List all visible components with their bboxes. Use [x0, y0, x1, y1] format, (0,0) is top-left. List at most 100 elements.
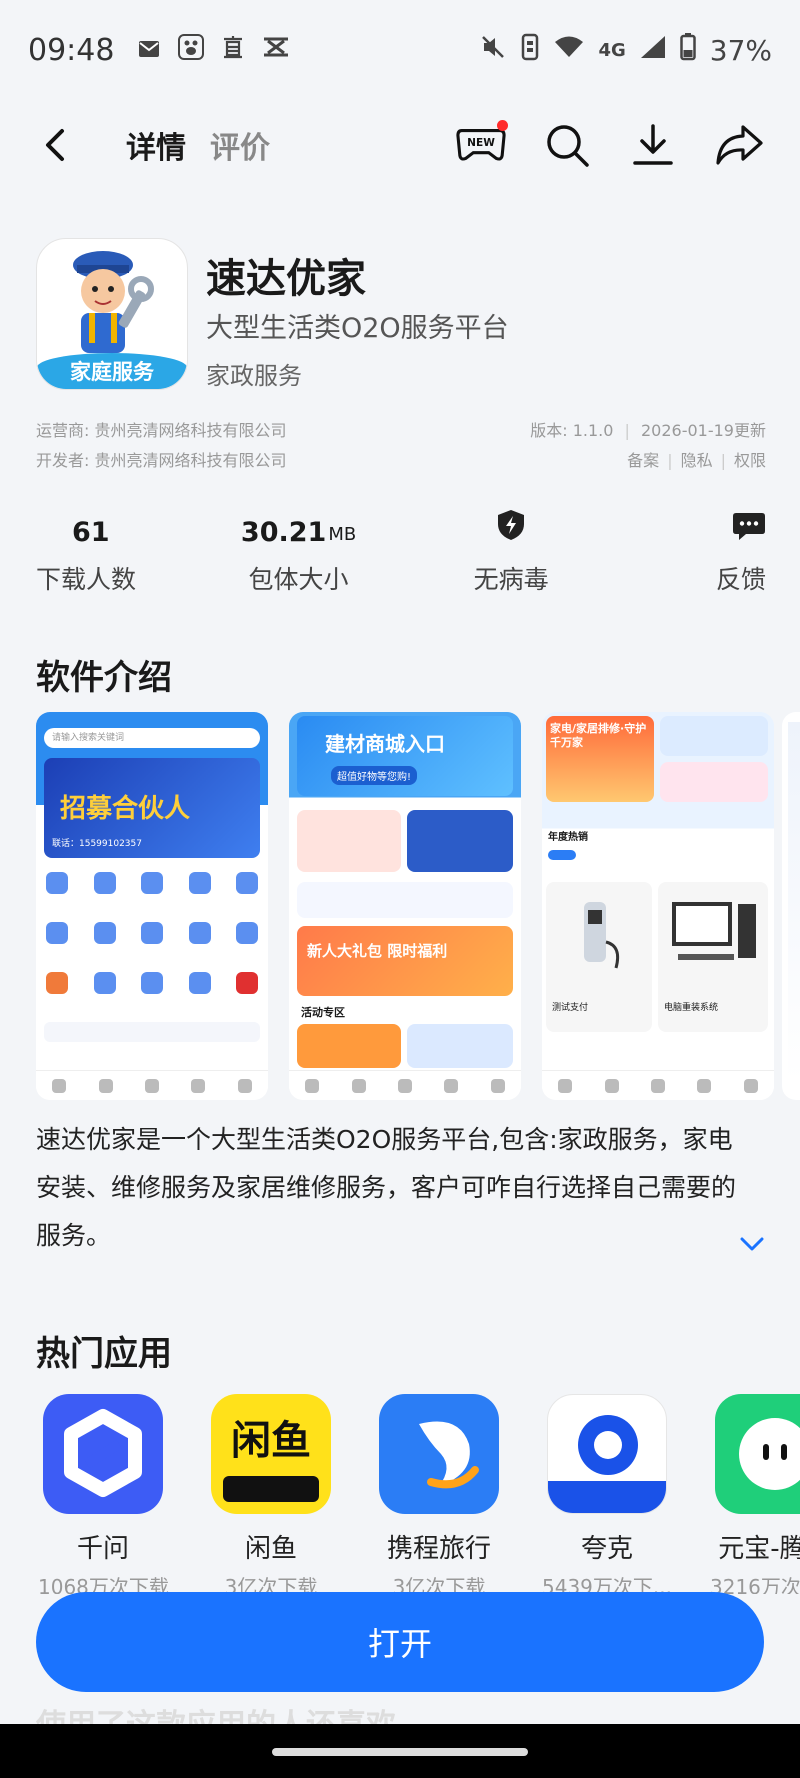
screenshot-2-tile — [407, 1024, 513, 1068]
screenshot-1[interactable]: 请输入搜索关键词 招募合伙人 联话：15599102357 — [36, 712, 268, 1100]
link-filing[interactable]: 备案 — [627, 451, 659, 470]
screenshot-2[interactable]: 建材商城入口 超值好物等您购! 新人大礼包 限时福利 活动专区 — [289, 712, 521, 1100]
battery-icon — [680, 32, 696, 68]
app-stats: 61 下载人数 30.21 MB 包体大小 无病毒 反馈 — [36, 508, 766, 596]
screenshot-3-card — [660, 762, 768, 802]
screenshot-3-item2: 电脑重装系统 — [664, 1003, 719, 1013]
battery-level: 37% — [709, 33, 772, 67]
zhi-icon — [222, 35, 244, 65]
screenshot-1-grid-row — [46, 922, 258, 944]
share-icon[interactable] — [714, 120, 764, 170]
app-icon: 家庭服务 — [36, 238, 188, 390]
stat-size-value: 30.21 — [240, 517, 327, 548]
hot-app-yuanbao[interactable]: 元宝-腾讯 3216万次下载 — [710, 1394, 800, 1594]
screenshot-2-promo-text: 新人大礼包 限时福利 — [307, 942, 448, 960]
screenshot-2-section: 活动专区 — [301, 1006, 345, 1019]
qianwen-icon — [43, 1394, 163, 1514]
nav-actions: NEW — [456, 120, 764, 170]
screenshot-2-consult — [297, 882, 513, 918]
open-button[interactable]: 打开 — [36, 1592, 764, 1692]
stat-feedback-label: 反馈 — [715, 565, 766, 594]
shield-icon — [497, 509, 525, 548]
notification-dot — [497, 120, 508, 131]
screenshot-3-card — [660, 716, 768, 756]
screenshot-2-headline: 建材商城入口 — [325, 732, 445, 756]
screenshot-3-poster: 家电/家居排修·守护千万家 — [546, 716, 654, 802]
hot-app-downloads: 3亿次下载 — [224, 1575, 318, 1594]
home-indicator[interactable] — [272, 1748, 528, 1756]
hot-app-name: 夸克 — [580, 1534, 633, 1564]
screenshot-2-promo: 新人大礼包 限时福利 — [297, 926, 513, 996]
yuanbao-icon — [715, 1394, 800, 1514]
hot-app-name: 闲鱼 — [244, 1534, 297, 1564]
version-row: 版本: 1.1.0 | 2026-01-19更新 — [530, 421, 766, 440]
xianyu-icon-glyph: 闲鱼 — [231, 1418, 311, 1464]
top-nav: 详情 评价 NEW — [0, 100, 800, 190]
back-arrow-icon[interactable] — [36, 125, 76, 165]
close-box-icon — [262, 36, 290, 64]
update-date: 2026-01-19更新 — [641, 421, 766, 440]
app-meta: 运营商: 贵州亮清网络科技有限公司 版本: 1.1.0 | 2026-01-19… — [36, 414, 766, 474]
stat-feedback[interactable]: 反馈 — [666, 508, 766, 596]
stat-virus-free-label: 无病毒 — [473, 565, 549, 594]
stat-virus-free[interactable]: 无病毒 — [461, 508, 561, 596]
hot-app-downloads: 5439万次下... — [542, 1575, 672, 1594]
link-permissions[interactable]: 权限 — [713, 451, 766, 470]
hot-apps-title: 热门应用 — [36, 1334, 172, 1374]
new-games-icon[interactable]: NEW — [456, 120, 508, 170]
screenshot-2-sub: 超值好物等您购! — [331, 766, 418, 785]
chat-icon — [732, 511, 766, 548]
screenshot-1-headline: 招募合伙人 — [60, 794, 191, 824]
tab-reviews[interactable]: 评价 — [210, 123, 270, 167]
hot-app-downloads: 1068万次下载 — [38, 1575, 169, 1594]
dolphin-icon — [379, 1394, 499, 1514]
stat-size-label: 包体大小 — [248, 565, 349, 594]
app-subtitle: 大型生活类O2O服务平台 — [206, 313, 509, 344]
screenshot-carousel[interactable]: 请输入搜索关键词 招募合伙人 联话：15599102357 建材商城入口 超值好… — [36, 712, 800, 1100]
screenshot-1-grid-row — [46, 972, 258, 994]
screenshot-4[interactable] — [782, 712, 800, 1100]
hot-app-qianwen[interactable]: 千问 1068万次下载 — [38, 1394, 169, 1594]
screenshot-3[interactable]: 家电/家居排修·守护千万家 年度热销 测试支付 电脑重装系统 — [542, 712, 774, 1100]
developer-text: 开发者: 贵州亮清网络科技有限公司 — [36, 451, 287, 470]
screenshot-4-edge — [788, 722, 800, 1082]
screenshot-1-grid-row — [46, 872, 258, 894]
hot-app-name: 携程旅行 — [386, 1534, 491, 1564]
tab-details[interactable]: 详情 — [126, 123, 186, 167]
app-description: 速达优家是一个大型生活类O2O服务平台,包含:家政服务，家电安装、维修服务及家居… — [36, 1125, 737, 1250]
download-icon[interactable] — [628, 120, 678, 170]
stat-downloads-label: 下载人数 — [36, 565, 137, 594]
chevron-down-icon[interactable] — [738, 1234, 766, 1254]
screenshot-2-tabbar — [289, 1070, 521, 1100]
hot-app-quark[interactable]: 夸克 5439万次下... — [542, 1394, 672, 1594]
mail-icon — [138, 36, 160, 64]
hot-app-name: 千问 — [76, 1534, 129, 1564]
screenshot-3-product: 电脑重装系统 — [658, 882, 768, 1032]
screenshot-1-search: 请输入搜索关键词 — [44, 728, 260, 748]
vibrate-icon — [520, 33, 540, 68]
hot-app-xianyu[interactable]: 闲鱼 闲鱼 3亿次下载 — [206, 1394, 336, 1594]
operator-text: 运营商: 贵州亮清网络科技有限公司 — [36, 421, 287, 440]
signal-icon — [640, 35, 666, 66]
app-name: 速达优家 — [206, 256, 366, 302]
screenshot-1-banner: 招募合伙人 联话：15599102357 — [44, 758, 260, 858]
status-right-group: 4G 37% — [480, 32, 772, 68]
next-section-title: 使用了这款应用的人还喜欢 — [36, 1700, 396, 1724]
version-text: 版本: 1.1.0 — [530, 421, 614, 440]
hot-app-ctrip[interactable]: 携程旅行 3亿次下载 — [374, 1394, 504, 1594]
stat-size-unit: MB — [328, 524, 357, 545]
screenshot-3-item1: 测试支付 — [552, 1003, 589, 1013]
link-privacy[interactable]: 隐私 — [659, 451, 712, 470]
hot-app-downloads: 3216万次下载 — [710, 1575, 800, 1594]
screenshot-2-tile — [297, 1024, 401, 1068]
screenshot-3-headline: 家电/家居排修·守护千万家 — [550, 722, 647, 749]
screenshot-1-notice — [44, 1022, 260, 1042]
meta-links: 备案隐私权限 — [627, 447, 766, 471]
hot-app-name: 元宝-腾讯 — [718, 1534, 800, 1564]
app-icon-banner: 家庭服务 — [37, 353, 187, 389]
xianyu-icon: 闲鱼 — [211, 1394, 331, 1514]
stat-size: 30.21 MB 包体大小 — [241, 508, 356, 596]
app-category[interactable]: 家政服务 — [206, 356, 302, 391]
status-time: 09:48 — [28, 32, 115, 68]
search-icon[interactable] — [542, 120, 592, 170]
